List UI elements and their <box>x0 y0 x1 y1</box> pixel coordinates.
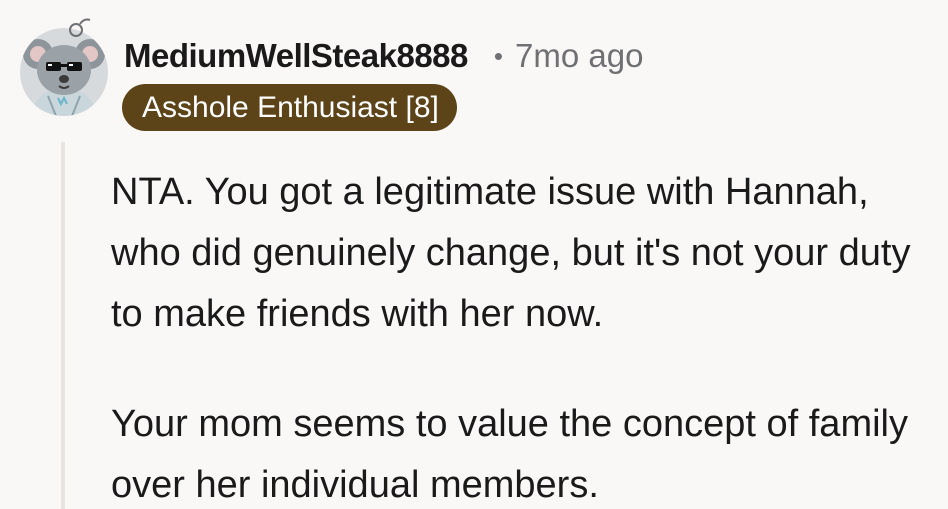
thread-collapse-line[interactable] <box>61 142 65 509</box>
koala-avatar-icon <box>20 18 108 116</box>
comment-timestamp[interactable]: 7mo ago <box>515 37 643 75</box>
user-flair-label: Asshole Enthusiast [8] <box>142 90 439 124</box>
comment-header: MediumWellSteak8888 • 7mo ago <box>124 34 643 78</box>
avatar[interactable] <box>18 16 110 116</box>
meta-separator: • <box>493 40 503 71</box>
comment-paragraph: Your mom seems to value the concept of f… <box>111 403 908 506</box>
comment-author-link[interactable]: MediumWellSteak8888 <box>124 37 468 75</box>
user-flair-badge: Asshole Enthusiast [8] <box>122 84 457 131</box>
comment-body: NTA. You got a legitimate issue with Han… <box>111 162 943 509</box>
comment-paragraph: NTA. You got a legitimate issue with Han… <box>111 171 911 335</box>
